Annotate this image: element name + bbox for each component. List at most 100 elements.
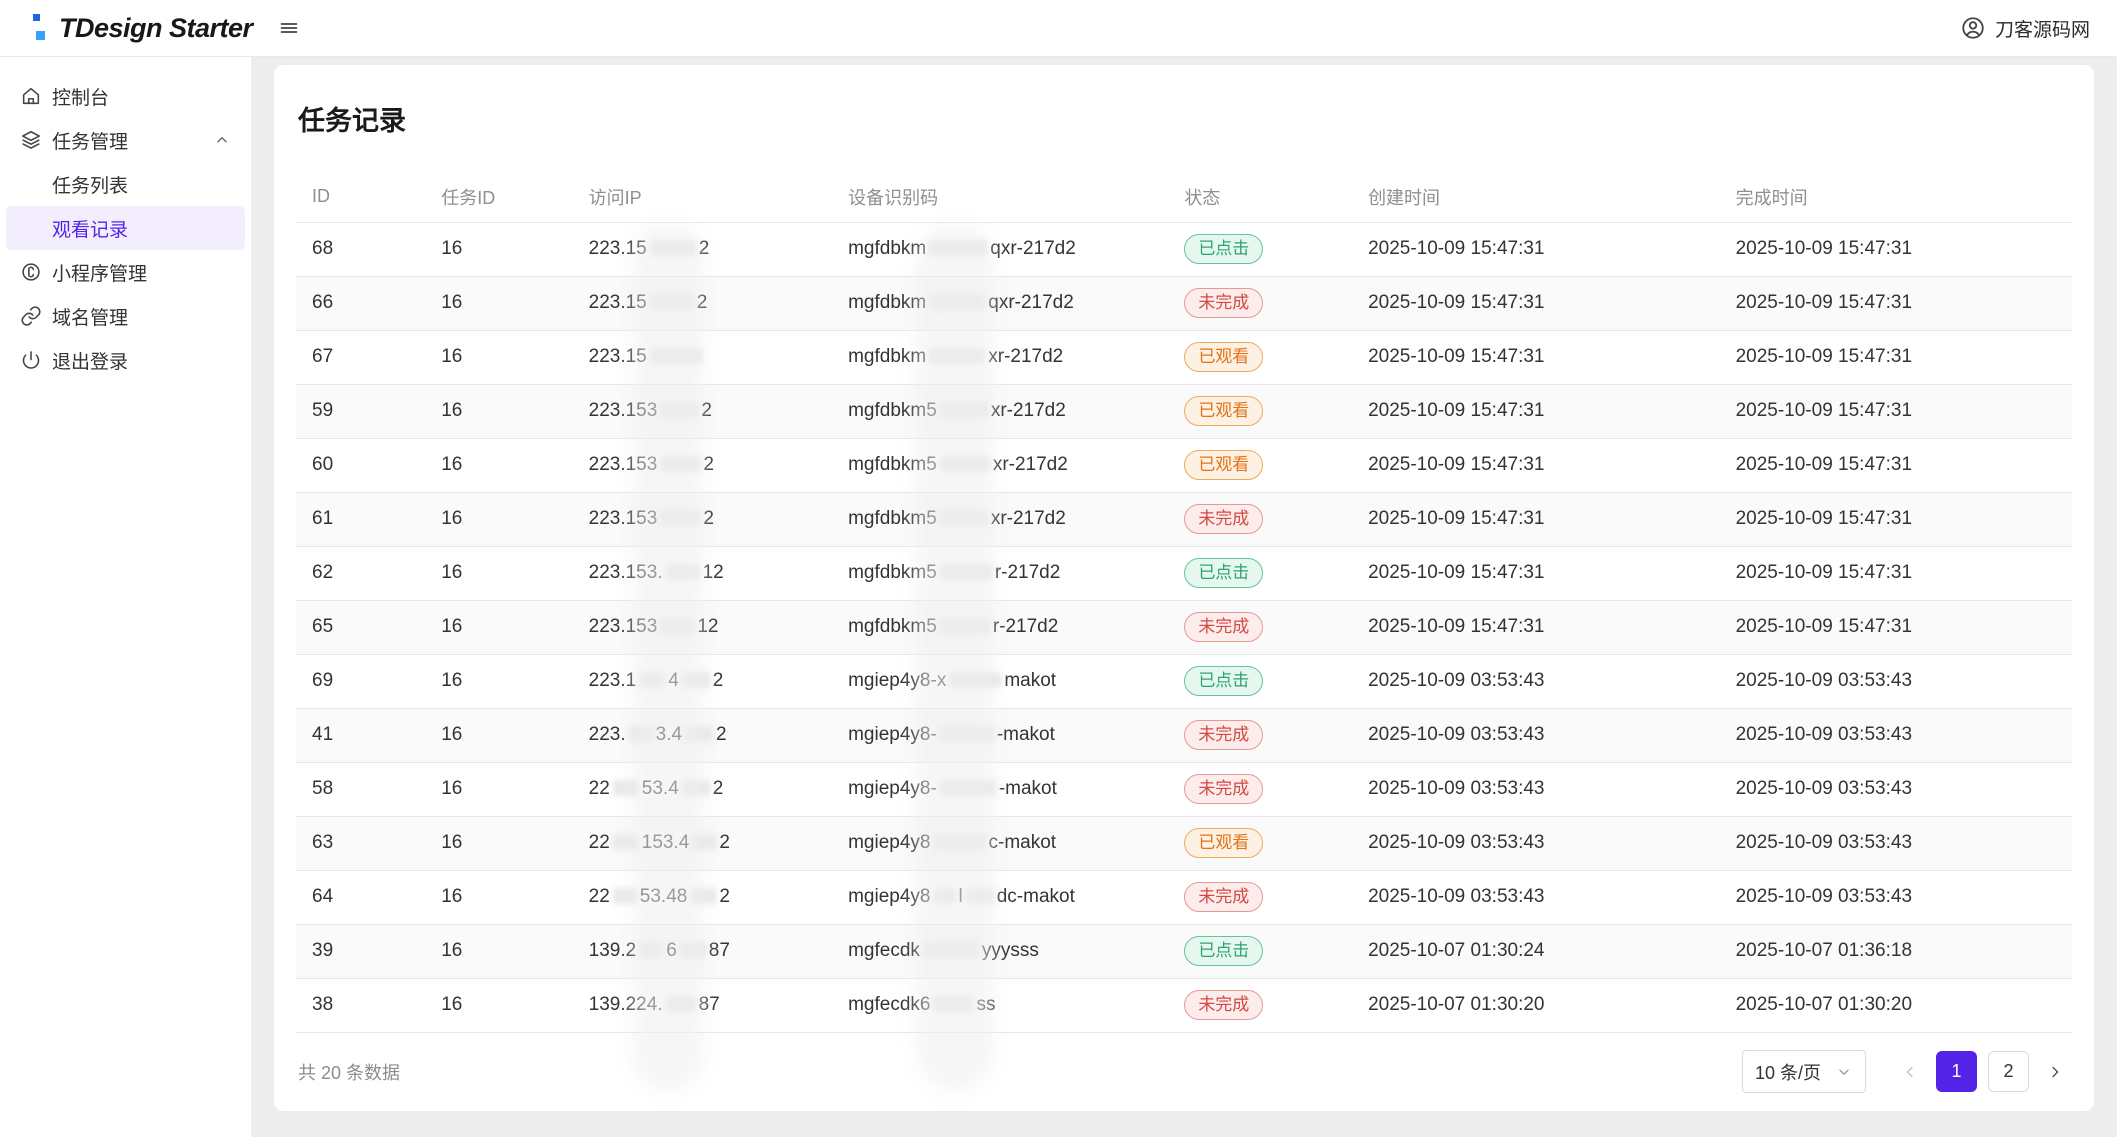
miniprogram-icon (20, 261, 42, 283)
cell-completed-time: 2025-10-09 15:47:31 (1720, 600, 2072, 654)
cell-completed-time: 2025-10-07 01:36:18 (1720, 924, 2072, 978)
cell-created-time: 2025-10-09 15:47:31 (1352, 276, 1720, 330)
cell-status: 已点击 (1168, 654, 1352, 708)
cell-task-id: 16 (425, 438, 572, 492)
redacted-segment (639, 672, 665, 688)
redacted-segment (940, 510, 988, 526)
cell-device-code: mgiep4y8c-makot (832, 816, 1168, 870)
cell-created-time: 2025-10-09 03:53:43 (1352, 816, 1720, 870)
cell-device-code: mgfdbkm5xr-217d2 (832, 492, 1168, 546)
cell-completed-time: 2025-10-09 15:47:31 (1720, 438, 2072, 492)
cell-ip: 223.1532 (573, 438, 832, 492)
cell-status: 未完成 (1168, 276, 1352, 330)
cell-id: 38 (296, 978, 425, 1032)
pager: 10 条/页 12 (1742, 1050, 2070, 1093)
next-page-button[interactable] (2040, 1051, 2070, 1092)
cell-completed-time: 2025-10-09 03:53:43 (1720, 762, 2072, 816)
sidebar-item-观看记录[interactable]: 观看记录 (6, 206, 245, 250)
table-row: 5916223.1532mgfdbkm5xr-217d2已观看2025-10-0… (296, 384, 2072, 438)
status-badge: 未完成 (1184, 504, 1263, 535)
redacted-segment (940, 726, 994, 742)
cell-completed-time: 2025-10-09 15:47:31 (1720, 546, 2072, 600)
column-header: 访问IP (573, 172, 832, 222)
redacted-segment (666, 996, 696, 1012)
redacted-segment (613, 780, 639, 796)
cell-completed-time: 2025-10-09 15:47:31 (1720, 222, 2072, 276)
cell-device-code: mgfecdkyyysss (832, 924, 1168, 978)
redacted-segment (692, 834, 716, 850)
status-badge: 已观看 (1184, 450, 1263, 481)
user-menu[interactable]: 刀客源码网 (1960, 15, 2090, 42)
redacted-segment (940, 456, 990, 472)
table-row: 64162253.482mgiep4y8ldc-makot未完成2025-10-… (296, 870, 2072, 924)
sidebar-item-任务列表[interactable]: 任务列表 (6, 162, 245, 206)
table-row: 6016223.1532mgfdbkm5xr-217d2已观看2025-10-0… (296, 438, 2072, 492)
redacted-segment (934, 834, 986, 850)
cell-device-code: mgfdbkmqxr-217d2 (832, 276, 1168, 330)
cell-ip: 2253.42 (573, 762, 832, 816)
redacted-segment (650, 348, 702, 364)
redacted-segment (613, 888, 637, 904)
sidebar-item-域名管理[interactable]: 域名管理 (6, 294, 245, 338)
column-header: 任务ID (425, 172, 572, 222)
cell-created-time: 2025-10-09 15:47:31 (1352, 222, 1720, 276)
redacted-segment (940, 564, 992, 580)
chevron-left-icon (1901, 1063, 1919, 1081)
cell-status: 未完成 (1168, 492, 1352, 546)
chevron-right-icon (2046, 1063, 2064, 1081)
table-row: 6716223.15mgfdbkmxr-217d2已观看2025-10-09 1… (296, 330, 2072, 384)
cell-created-time: 2025-10-07 01:30:20 (1352, 978, 1720, 1032)
page-size-value: 10 条/页 (1755, 1059, 1821, 1085)
app-header: TDesign Starter 刀客源码网 (0, 0, 2117, 57)
cell-task-id: 16 (425, 600, 572, 654)
cell-status: 未完成 (1168, 762, 1352, 816)
status-badge: 已点击 (1184, 936, 1263, 967)
redacted-segment (690, 888, 716, 904)
cell-status: 未完成 (1168, 978, 1352, 1032)
table-row: 631622153.42mgiep4y8c-makot已观看2025-10-09… (296, 816, 2072, 870)
status-badge: 已观看 (1184, 396, 1263, 427)
redacted-segment (949, 672, 1001, 688)
sidebar: 控制台任务管理任务列表观看记录小程序管理域名管理退出登录 (0, 57, 251, 1137)
page-size-select[interactable]: 10 条/页 (1742, 1050, 1866, 1093)
table-row: 6116223.1532mgfdbkm5xr-217d2未完成2025-10-0… (296, 492, 2072, 546)
cell-id: 41 (296, 708, 425, 762)
redacted-segment (680, 942, 706, 958)
cell-created-time: 2025-10-09 15:47:31 (1352, 330, 1720, 384)
cell-created-time: 2025-10-09 03:53:43 (1352, 762, 1720, 816)
cell-completed-time: 2025-10-09 15:47:31 (1720, 384, 2072, 438)
sidebar-item-小程序管理[interactable]: 小程序管理 (6, 250, 245, 294)
status-badge: 已点击 (1184, 666, 1263, 697)
redacted-segment (940, 780, 996, 796)
cell-id: 59 (296, 384, 425, 438)
cell-created-time: 2025-10-09 15:47:31 (1352, 384, 1720, 438)
cell-ip: 139.2687 (573, 924, 832, 978)
redacted-segment (929, 294, 985, 310)
cell-device-code: mgiep4y8--makot (832, 708, 1168, 762)
cell-created-time: 2025-10-09 03:53:43 (1352, 654, 1720, 708)
chevron-down-icon (1835, 1063, 1853, 1081)
sidebar-item-退出登录[interactable]: 退出登录 (6, 338, 245, 382)
cell-device-code: mgiep4y8--makot (832, 762, 1168, 816)
sidebar-item-控制台[interactable]: 控制台 (6, 74, 245, 118)
table-row: 6816223.152mgfdbkmqxr-217d2已点击2025-10-09… (296, 222, 2072, 276)
cell-id: 61 (296, 492, 425, 546)
table-row: 6216223.153.12mgfdbkm5r-217d2已点击2025-10-… (296, 546, 2072, 600)
prev-page-button[interactable] (1895, 1051, 1925, 1092)
cell-completed-time: 2025-10-09 03:53:43 (1720, 816, 2072, 870)
cell-device-code: mgfdbkm5xr-217d2 (832, 384, 1168, 438)
cell-completed-time: 2025-10-09 03:53:43 (1720, 708, 2072, 762)
redacted-segment (929, 348, 985, 364)
sidebar-item-label: 小程序管理 (52, 259, 147, 286)
page-button-2[interactable]: 2 (1988, 1051, 2029, 1092)
page-button-1[interactable]: 1 (1936, 1051, 1977, 1092)
redacted-segment (613, 834, 639, 850)
cell-id: 39 (296, 924, 425, 978)
sidebar-item-任务管理[interactable]: 任务管理 (6, 118, 245, 162)
cell-id: 69 (296, 654, 425, 708)
menu-toggle-button[interactable] (277, 16, 301, 40)
column-header: 设备识别码 (832, 172, 1168, 222)
cell-created-time: 2025-10-09 15:47:31 (1352, 600, 1720, 654)
cell-completed-time: 2025-10-07 01:30:20 (1720, 978, 2072, 1032)
sidebar-item-label: 观看记录 (52, 215, 128, 242)
